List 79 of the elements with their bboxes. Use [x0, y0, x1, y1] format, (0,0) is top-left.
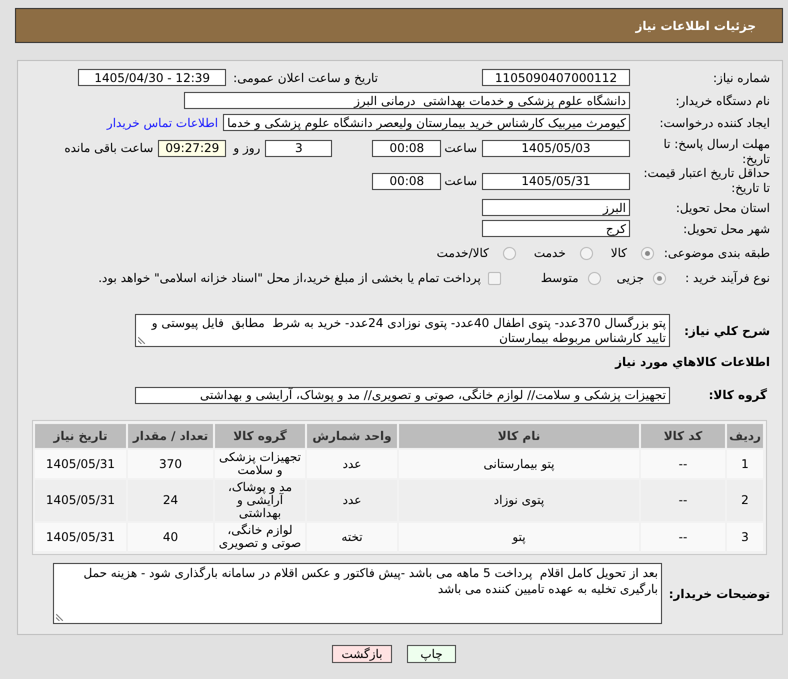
- back-button[interactable]: بازگشت: [332, 645, 392, 663]
- table-cell: --: [641, 450, 725, 478]
- column-header: کد کالا: [641, 424, 725, 448]
- deadline-date-field[interactable]: 1405/05/03: [482, 140, 630, 156]
- table-cell: 1405/05/31: [35, 480, 126, 521]
- column-header: تعداد / مقدار: [128, 424, 213, 448]
- buyer-notes-label: توضیحات خریدار:: [668, 586, 770, 602]
- description-label: شرح کلي نياز:: [683, 322, 770, 340]
- option-label[interactable]: متوسط: [540, 269, 579, 287]
- announce-date-field[interactable]: 1405/04/30 - 12:39: [78, 69, 226, 86]
- option-label[interactable]: کالا: [610, 244, 627, 262]
- city-field[interactable]: کرج: [482, 220, 630, 237]
- reply-deadline-label: مهلت ارسال پاسخ: تا تاریخ:: [662, 137, 770, 167]
- deadline-time-field[interactable]: 00:08: [372, 140, 442, 156]
- time-label: ساعت: [444, 173, 477, 190]
- table-cell: 370: [128, 450, 213, 478]
- table-cell: 1: [727, 450, 763, 478]
- price-validity-label: حداقل تاریخ اعتبار قیمت: تا تاریخ:: [642, 166, 770, 196]
- radio-button[interactable]: [588, 272, 601, 284]
- table-cell: پتو بیمارستانی: [399, 450, 639, 478]
- resize-grip-icon[interactable]: [56, 614, 63, 621]
- need-number-field[interactable]: 1105090407000112: [482, 69, 630, 86]
- table-cell: پتو: [399, 523, 639, 551]
- checkbox-label: پرداخت تمام یا بخشی از مبلغ خرید،از محل "اسناد خزانه اسلامی" خواهد بود.: [98, 270, 481, 287]
- table-cell: --: [641, 480, 725, 521]
- validity-date-field[interactable]: 1405/05/31: [482, 172, 630, 190]
- option-label[interactable]: خدمت: [534, 244, 566, 262]
- table-cell: لوازم خانگی، صوتی و تصویری: [215, 523, 305, 551]
- description-textarea[interactable]: پتو بزرگسال 370عدد- پتوی اطفال 40عدد- پتوی نوزادی 24عدد- خرید به شرط مطابق فایل پیوستی و تایید کارشناس مربوطه بیمارستان: [135, 314, 670, 347]
- option-label[interactable]: جزیی: [616, 269, 644, 287]
- table-cell: 40: [128, 523, 213, 551]
- table-cell: تجهیزات پزشکی و سلامت: [215, 450, 305, 478]
- requester-field[interactable]: کیومرث میربیک کارشناس خرید بیمارستان ولیعصر دانشگاه علوم پزشکی و خدما: [223, 114, 630, 131]
- buyer-org-field[interactable]: دانشگاه علوم پزشکی و خدمات بهداشتی درمانی البرز: [184, 92, 630, 109]
- table-cell: پتوی نوزاد: [399, 480, 639, 521]
- table-cell: 3: [727, 523, 763, 551]
- announce-date-label: تاریخ و ساعت اعلان عمومی:: [233, 70, 378, 86]
- column-header: ردیف: [727, 424, 763, 448]
- page-title: جزئیات اطلاعات نیاز: [635, 18, 756, 34]
- table-cell: 24: [128, 480, 213, 521]
- goods-group-label: گروه کالا:: [708, 387, 768, 404]
- city-label: شهر محل تحویل:: [682, 220, 770, 238]
- table-cell: 2: [727, 480, 763, 521]
- column-header: واحد شمارش: [307, 424, 397, 448]
- table-cell: 1405/05/31: [35, 450, 126, 478]
- table-cell: تخته: [307, 523, 397, 551]
- requester-label: ایجاد کننده درخواست:: [658, 114, 770, 132]
- radio-button[interactable]: [641, 246, 654, 260]
- table-cell: مد و پوشاک، آرایشی و بهداشتی: [215, 480, 305, 521]
- radio-button[interactable]: [502, 246, 516, 260]
- time-label: ساعت: [444, 140, 477, 157]
- validity-time-field[interactable]: 00:08: [372, 172, 442, 190]
- purchase-process-label: نوع فرآیند خرید :: [684, 270, 770, 287]
- checkbox[interactable]: [488, 272, 501, 284]
- column-header: تاریخ نیاز: [35, 424, 126, 448]
- section-title: اطلاعات کالاهاي مورد نياز: [615, 354, 770, 371]
- days-field[interactable]: 3: [265, 140, 332, 156]
- option-label[interactable]: کالا/خدمت: [436, 244, 489, 262]
- radio-button[interactable]: [653, 272, 666, 284]
- radio-button[interactable]: [580, 246, 593, 260]
- buyer-contact-link[interactable]: اطلاعات تماس خریدار: [106, 114, 218, 132]
- province-label: استان محل تحویل:: [674, 200, 770, 216]
- table-cell: 1405/05/31: [35, 523, 126, 551]
- table-cell: عدد: [307, 450, 397, 478]
- remaining-time-field[interactable]: 09:27:29: [158, 140, 226, 156]
- table-cell: --: [641, 523, 725, 551]
- column-header: نام کالا: [399, 424, 639, 448]
- table-cell: عدد: [307, 480, 397, 521]
- province-field[interactable]: البرز: [482, 199, 630, 216]
- subject-category-label: طبقه بندی موضوعی:: [662, 245, 770, 262]
- days-label: روز و: [233, 140, 260, 157]
- column-header: گروه کالا: [215, 424, 305, 448]
- goods-group-field[interactable]: تجهیزات پزشکی و سلامت// لوازم خانگی، صوتی و تصویری// مد و پوشاک، آرایشی و بهداشتی: [135, 386, 670, 404]
- print-button[interactable]: چاپ: [407, 645, 456, 663]
- buyer-notes-textarea[interactable]: بعد از تحویل کامل اقلام پرداخت 5 ماهه می باشد -پیش فاکتور و عکس اقلام در سامانه بارگذاری شود - هزینه حمل بارگیری تخلیه به عهده تامیین کننده می باشد: [53, 563, 662, 624]
- resize-grip-icon[interactable]: [138, 337, 145, 344]
- remaining-time-label: ساعت باقی مانده: [64, 140, 154, 157]
- need-number-label: شماره نیاز:: [712, 70, 770, 86]
- buyer-org-label: نام دستگاه خریدار:: [674, 92, 770, 110]
